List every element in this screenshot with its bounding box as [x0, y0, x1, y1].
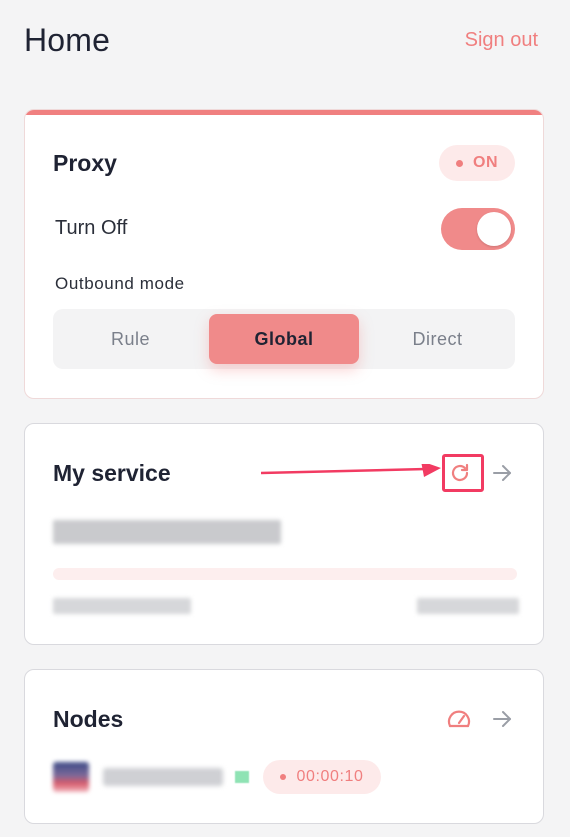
service-usage-progress	[53, 568, 517, 580]
nodes-card: Nodes 00:00:10	[24, 669, 544, 824]
service-expiry-redacted	[417, 598, 519, 614]
annotation-arrow	[261, 464, 441, 477]
outbound-mode-label: Outbound mode	[55, 274, 185, 293]
page-title: Home	[24, 21, 111, 58]
mode-rule-option[interactable]: Rule	[53, 309, 208, 369]
proxy-title: Proxy	[53, 150, 117, 176]
mode-global-option[interactable]: Global	[209, 314, 359, 364]
proxy-toggle[interactable]	[441, 208, 515, 250]
node-latency-text: 00:00:10	[296, 768, 364, 785]
sign-out-link[interactable]: Sign out	[465, 29, 538, 52]
header: Home Sign out	[24, 18, 538, 62]
toggle-label: Turn Off	[55, 217, 128, 239]
node-flag-icon	[53, 762, 89, 792]
proxy-card-accent-bar	[25, 110, 543, 115]
toggle-knob	[477, 212, 511, 246]
service-title: My service	[53, 460, 171, 486]
proxy-card: Proxy ON Turn Off Outbound mode Rule Glo…	[24, 109, 544, 399]
status-dot-icon	[456, 159, 463, 167]
service-usage-redacted	[53, 598, 191, 614]
nodes-title: Nodes	[53, 706, 124, 732]
arrow-right-icon[interactable]	[487, 458, 517, 488]
proxy-status-badge: ON	[439, 145, 515, 181]
service-plan-redacted	[53, 520, 281, 544]
speedometer-icon[interactable]	[444, 704, 474, 734]
node-name-redacted[interactable]	[103, 768, 223, 786]
mode-direct-option[interactable]: Direct	[360, 309, 515, 369]
node-status-indicator	[235, 771, 249, 783]
node-latency-badge: 00:00:10	[263, 760, 381, 794]
outbound-mode-segmented-control: Rule Global Direct	[53, 309, 515, 369]
nodes-arrow-right-icon[interactable]	[487, 704, 517, 734]
annotation-highlight-box	[442, 454, 484, 492]
latency-dot-icon	[280, 774, 287, 780]
proxy-status-text: ON	[473, 154, 498, 171]
my-service-card: My service	[24, 423, 544, 645]
